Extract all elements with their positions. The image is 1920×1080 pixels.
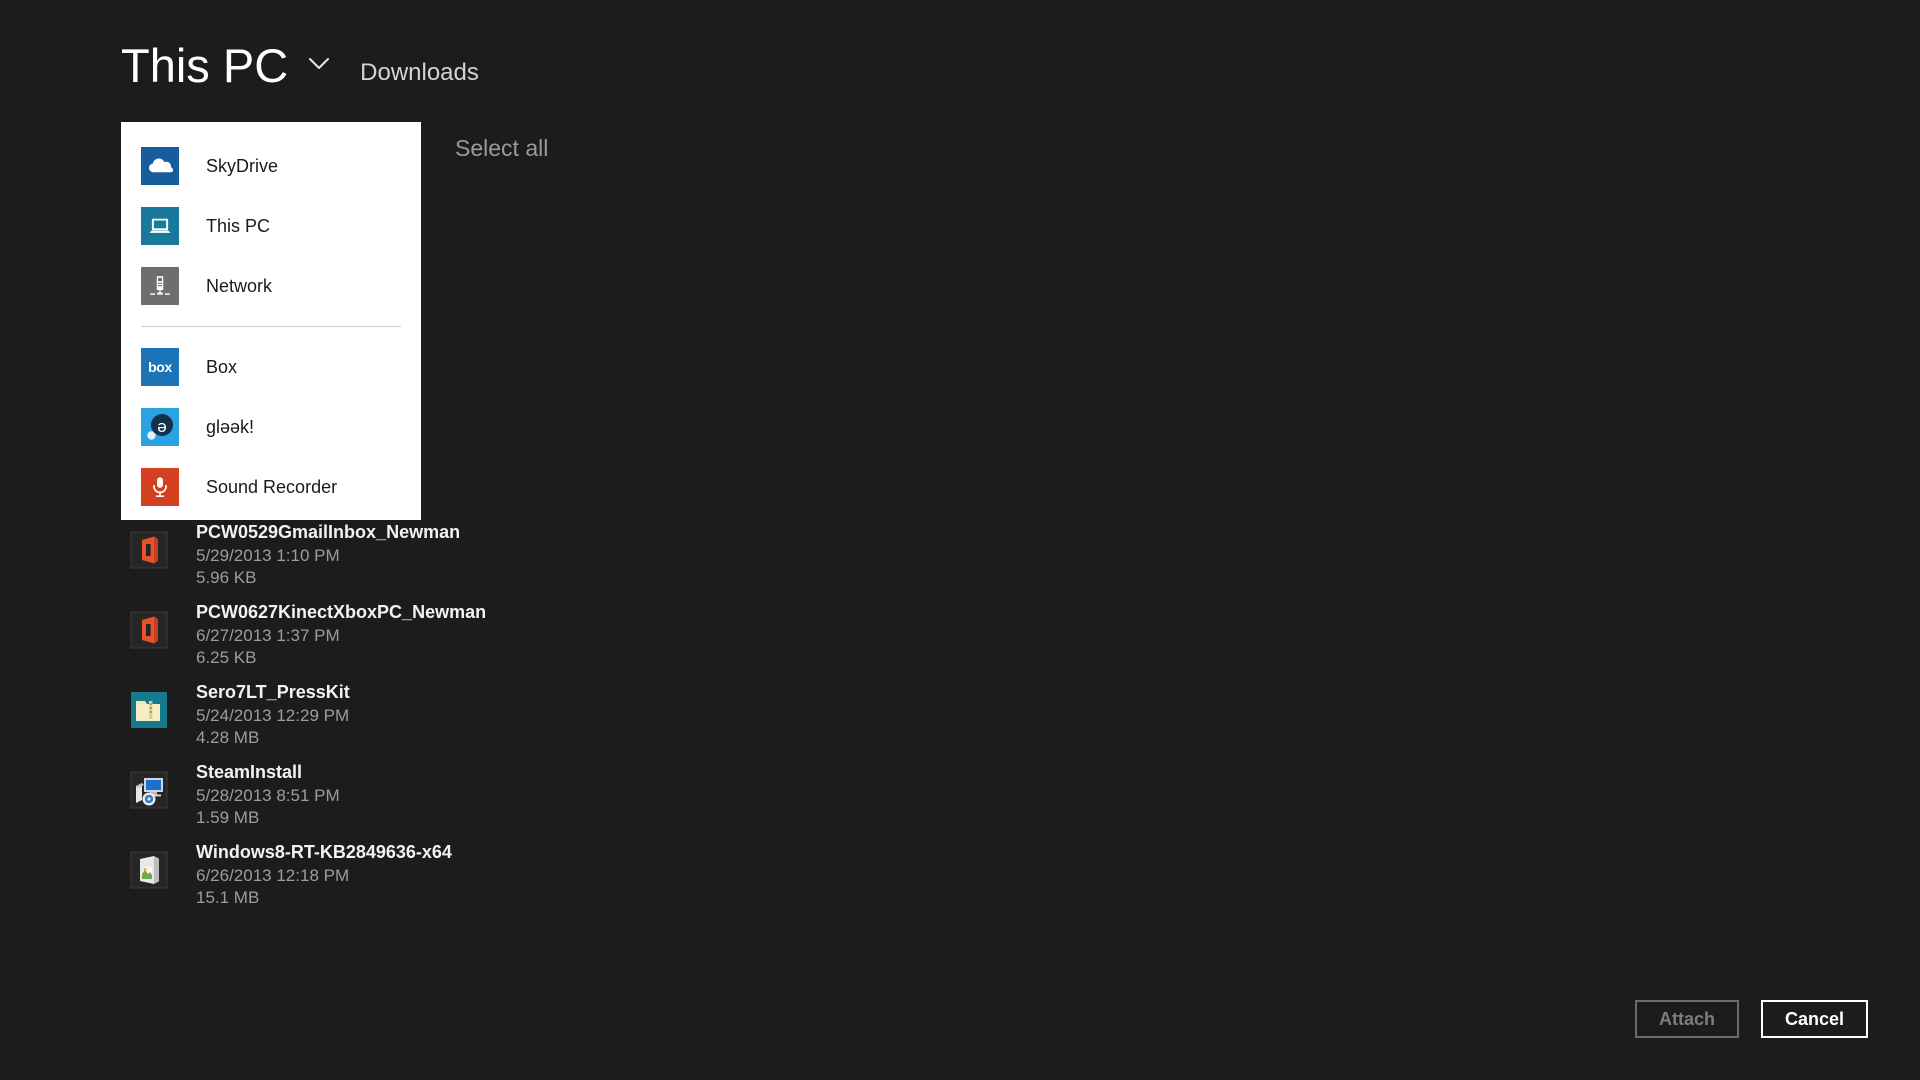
file-size: 6.25 KB <box>196 648 257 667</box>
dropdown-item-box[interactable]: box Box <box>121 337 421 397</box>
file-date: 6/27/2013 1:37 PM <box>196 626 340 645</box>
dropdown-item-this-pc[interactable]: This PC <box>121 196 421 256</box>
file-name: Windows8-RT-KB2849636-x64 <box>196 842 452 862</box>
table-row[interactable]: Windows8-RT-KB2849636-x64 6/26/2013 12:1… <box>0 835 1920 915</box>
dropdown-item-label: gləək! <box>206 416 255 437</box>
dropdown-item-label: This PC <box>206 215 271 236</box>
dropdown-item-label: Sound Recorder <box>206 476 338 497</box>
file-meta: Sero7LT_PressKit 5/24/2013 12:29 PM 4.28… <box>196 681 350 748</box>
chevron-down-icon[interactable] <box>306 50 332 76</box>
office-document-icon <box>128 529 170 571</box>
installer-setup-icon <box>128 769 170 811</box>
file-picker-root: This PC Downloads Select all SkyDrive Th… <box>0 0 1920 1080</box>
table-row[interactable]: PCW0627KinectXboxPC_Newman 6/27/2013 1:3… <box>0 595 1920 675</box>
file-name: PCW0529GmailInbox_Newman <box>196 522 461 542</box>
box-logo-text: box <box>148 359 172 375</box>
table-row[interactable]: Sero7LT_PressKit 5/24/2013 12:29 PM 4.28… <box>0 675 1920 755</box>
location-title-button[interactable]: This PC <box>121 38 288 94</box>
attach-button[interactable]: Attach <box>1634 1000 1739 1038</box>
file-size: 5.96 KB <box>196 568 257 587</box>
file-size: 4.28 MB <box>196 728 260 747</box>
file-meta: SteamInstall 5/28/2013 8:51 PM 1.59 MB <box>196 761 340 828</box>
picker-header: This PC Downloads <box>0 0 1920 118</box>
dropdown-item-network[interactable]: Network <box>121 256 421 316</box>
file-date: 6/26/2013 12:18 PM <box>196 866 350 885</box>
windows-update-package-icon <box>128 849 170 891</box>
gleek-schwa-icon: ə <box>141 408 179 446</box>
dropdown-item-skydrive[interactable]: SkyDrive <box>121 136 421 196</box>
laptop-icon <box>141 207 179 245</box>
dropdown-item-sound-recorder[interactable]: Sound Recorder <box>121 457 421 517</box>
picker-footer: Attach Cancel <box>1634 1000 1868 1038</box>
svg-text:ə: ə <box>157 417 166 436</box>
box-logo-icon: box <box>141 348 179 386</box>
file-meta: PCW0627KinectXboxPC_Newman 6/27/2013 1:3… <box>196 601 486 668</box>
office-document-icon <box>128 609 170 651</box>
dropdown-item-label: Network <box>206 275 273 296</box>
cancel-button[interactable]: Cancel <box>1760 1000 1868 1038</box>
file-list: PCW0529GmailInbox_Newman 5/29/2013 1:10 … <box>0 515 1920 915</box>
skydrive-cloud-icon <box>141 147 179 185</box>
table-row[interactable]: SteamInstall 5/28/2013 8:51 PM 1.59 MB <box>0 755 1920 835</box>
file-meta: Windows8-RT-KB2849636-x64 6/26/2013 12:1… <box>196 841 452 908</box>
dropdown-item-label: SkyDrive <box>206 155 279 176</box>
current-folder-label: Downloads <box>360 59 479 86</box>
dropdown-item-gleek[interactable]: ə gləək! <box>121 397 421 457</box>
dropdown-separator <box>141 326 401 327</box>
dropdown-item-label: Box <box>206 356 238 377</box>
file-size: 15.1 MB <box>196 888 260 907</box>
file-name: Sero7LT_PressKit <box>196 682 350 702</box>
select-all-button[interactable]: Select all <box>455 135 548 162</box>
location-dropdown-flyout: SkyDrive This PC Network box Box ə gləək… <box>121 122 421 520</box>
table-row[interactable]: PCW0529GmailInbox_Newman 5/29/2013 1:10 … <box>0 515 1920 595</box>
network-server-icon <box>141 267 179 305</box>
file-date: 5/24/2013 12:29 PM <box>196 706 350 725</box>
breadcrumb: This PC Downloads <box>121 38 479 94</box>
microphone-icon <box>141 468 179 506</box>
zipped-folder-icon <box>128 689 170 731</box>
file-date: 5/29/2013 1:10 PM <box>196 546 340 565</box>
file-date: 5/28/2013 8:51 PM <box>196 786 340 805</box>
file-size: 1.59 MB <box>196 808 260 827</box>
file-meta: PCW0529GmailInbox_Newman 5/29/2013 1:10 … <box>196 521 460 588</box>
file-name: PCW0627KinectXboxPC_Newman <box>196 602 487 622</box>
file-name: SteamInstall <box>196 762 303 782</box>
